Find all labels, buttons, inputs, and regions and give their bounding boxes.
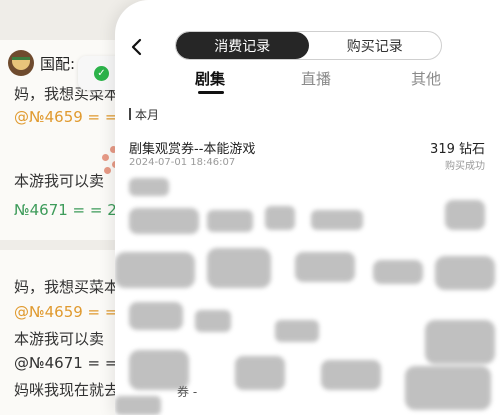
group-avatar[interactable] [8,50,34,76]
tab-purchase-records[interactable]: 购买记录 [309,32,442,59]
section-label: 本月 [135,107,160,122]
chat-header: 国配: [8,50,75,76]
record-name: 剧集观赏券--本能游戏 [129,142,256,157]
chat-message: 本游我可以卖 [14,330,105,348]
section-header: 本月 [129,106,159,122]
obscured-text-fragment: 券 - [177,384,197,399]
redacted-records-area: 券 - [115,178,495,415]
back-button[interactable] [127,36,147,58]
chat-title: 国配: [40,54,76,73]
tab-other[interactable]: 其他 [411,68,441,89]
record-amount: 319 钻石 [430,142,485,157]
chevron-left-icon [131,38,142,56]
tab-consumption-records[interactable]: 消费记录 [176,32,309,59]
chat-message: 妈，我想买菜本 [14,278,120,296]
transaction-sheet: 消费记录 购买记录 剧集 直播 其他 本月 剧集观赏券--本能游戏 319 钻石… [115,0,500,415]
check-icon: ✓ [94,66,109,81]
record-type-switch: 消费记录 购买记录 [175,31,442,60]
chat-message: 妈咪我现在就去 [14,381,120,399]
tab-live[interactable]: 直播 [301,68,331,89]
category-tabs: 剧集 直播 其他 [115,68,500,96]
tab-drama[interactable]: 剧集 [195,68,225,89]
record-time: 2024-07-01 18:46:07 [129,157,236,168]
chat-message: 本游我可以卖 [14,172,105,190]
active-tab-indicator [198,91,224,94]
